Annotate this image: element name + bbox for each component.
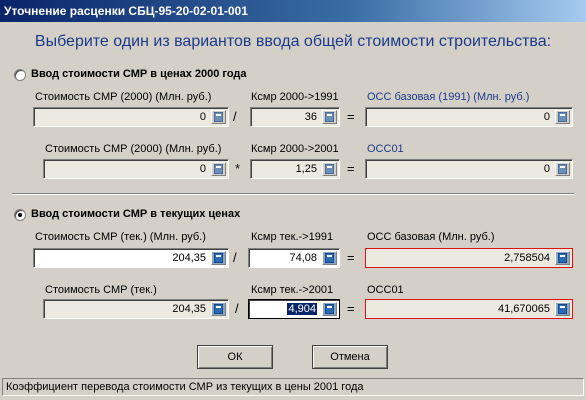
o1r1-oss-base-field[interactable]: 0 bbox=[365, 107, 573, 127]
o1r2-equals: = bbox=[347, 161, 355, 176]
o2r2-operator: / bbox=[235, 301, 239, 316]
o1r2-cost-2000-field[interactable]: 0 bbox=[43, 159, 229, 179]
calculator-icon[interactable] bbox=[211, 162, 226, 176]
ok-button[interactable]: ОК bbox=[197, 345, 273, 369]
o2r2-equals: = bbox=[347, 301, 355, 316]
o1r1-operator: / bbox=[233, 109, 237, 124]
o2r1-k-value: 74,08 bbox=[289, 252, 317, 264]
status-bar: Коэффициент перевода стоимости СМР из те… bbox=[2, 378, 584, 396]
calculator-icon[interactable] bbox=[322, 110, 337, 124]
o2r1-cost-current-field[interactable]: 204,35 bbox=[33, 248, 229, 268]
o1r1-label-c: ОСС базовая (1991) (Млн. руб.) bbox=[367, 91, 530, 103]
o2r2-oss01-field[interactable]: 41,670065 bbox=[365, 299, 573, 319]
o1r1-equals: = bbox=[347, 109, 355, 124]
o2r2-label-b: Ксмр тек.->2001 bbox=[251, 284, 334, 296]
o2r2-oss01-value: 41,670065 bbox=[498, 303, 550, 315]
o2r1-cost-value: 204,35 bbox=[172, 252, 206, 264]
o1r2-label-b: Ксмр 2000->2001 bbox=[251, 143, 339, 155]
o2r2-cost-current-field[interactable]: 204,35 bbox=[43, 299, 229, 319]
calculator-icon[interactable] bbox=[322, 162, 337, 176]
o2r1-oss-value: 2,758504 bbox=[504, 252, 550, 264]
o2r2-k-value: 4,904 bbox=[287, 303, 317, 315]
calculator-icon[interactable] bbox=[211, 110, 226, 124]
calculator-icon[interactable] bbox=[555, 162, 570, 176]
calculator-icon[interactable] bbox=[322, 302, 337, 316]
o1r1-oss-value: 0 bbox=[543, 111, 550, 123]
calculator-icon[interactable] bbox=[555, 302, 570, 316]
o1r2-k-value: 1,25 bbox=[295, 163, 317, 175]
page-heading: Выберите один из вариантов ввода общей с… bbox=[34, 33, 552, 50]
calculator-icon[interactable] bbox=[555, 110, 570, 124]
o1r2-label-c: ОСС01 bbox=[367, 143, 404, 155]
o1r1-cost-2000-field[interactable]: 0 bbox=[33, 107, 229, 127]
o2r2-cost-value: 204,35 bbox=[172, 303, 206, 315]
o2r2-k-current-2001-field[interactable]: 4,904 bbox=[248, 299, 340, 319]
o2r1-label-b: Ксмр тек.->1991 bbox=[251, 231, 334, 243]
o2r1-label-a: Стоимость СМР (тек.) (Млн. руб.) bbox=[35, 231, 206, 243]
o1r2-oss01-value: 0 bbox=[543, 163, 550, 175]
calculator-icon[interactable] bbox=[211, 302, 226, 316]
o1r2-oss01-field[interactable]: 0 bbox=[365, 159, 573, 179]
o1r1-label-a: Стоимость СМР (2000) (Млн. руб.) bbox=[35, 91, 212, 103]
o1r1-cost-2000-value: 0 bbox=[199, 111, 206, 123]
o2r2-label-c: ОСС01 bbox=[367, 284, 404, 296]
o1r1-k-2000-1991-field[interactable]: 36 bbox=[250, 107, 340, 127]
o1r2-cost-value: 0 bbox=[199, 163, 206, 175]
cancel-button[interactable]: Отмена bbox=[312, 345, 388, 369]
o2r1-oss-base-field[interactable]: 2,758504 bbox=[365, 248, 573, 268]
divider bbox=[12, 193, 574, 195]
o2r1-k-current-1991-field[interactable]: 74,08 bbox=[248, 248, 340, 268]
o1r2-label-a: Стоимость СМР (2000) (Млн. руб.) bbox=[45, 143, 222, 155]
o1r1-label-b: Ксмр 2000->1991 bbox=[251, 91, 339, 103]
o2r1-operator: / bbox=[233, 250, 237, 265]
option1-radio[interactable] bbox=[14, 69, 26, 81]
option2-radio[interactable] bbox=[14, 209, 26, 221]
window-title: Уточнение расценки СБЦ-95-20-02-01-001 bbox=[0, 0, 586, 22]
o1r2-k-2000-2001-field[interactable]: 1,25 bbox=[250, 159, 340, 179]
calculator-icon[interactable] bbox=[211, 251, 226, 265]
option1-label[interactable]: Ввод стоимости СМР в ценах 2000 года bbox=[31, 68, 247, 80]
option2-label[interactable]: Ввод стоимости СМР в текущих ценах bbox=[31, 208, 240, 220]
o1r2-operator: * bbox=[235, 161, 241, 176]
o2r2-label-a: Стоимость СМР (тек.) bbox=[45, 284, 157, 296]
o2r1-equals: = bbox=[347, 250, 355, 265]
o1r1-k-value: 36 bbox=[304, 111, 317, 123]
calculator-icon[interactable] bbox=[555, 251, 570, 265]
o2r1-label-c: ОСС базовая (Млн. руб.) bbox=[367, 231, 495, 243]
calculator-icon[interactable] bbox=[322, 251, 337, 265]
